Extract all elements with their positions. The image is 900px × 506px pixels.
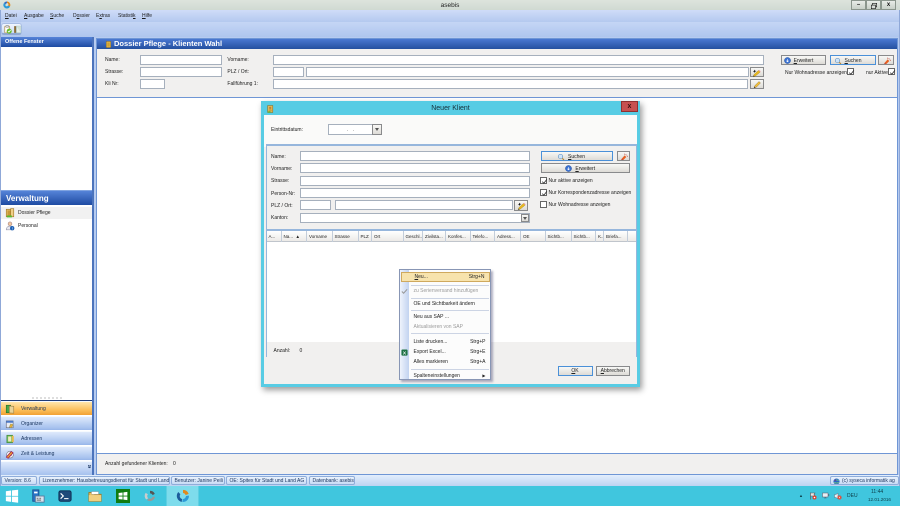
- svg-text:i: i: [12, 227, 13, 231]
